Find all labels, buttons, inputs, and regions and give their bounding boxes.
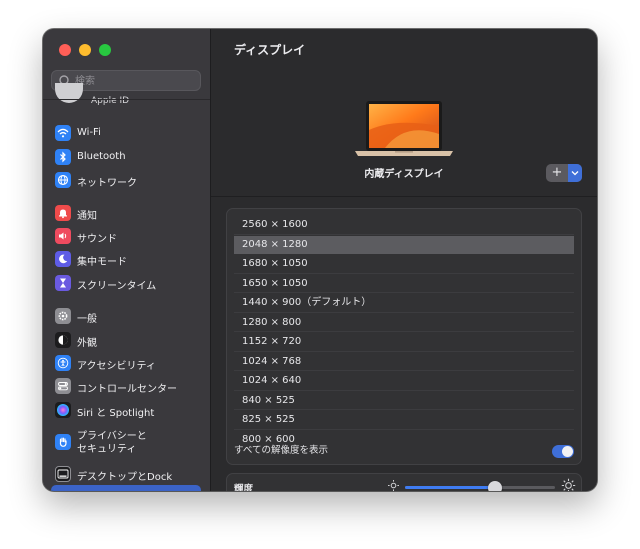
sidebar-item-label: アクセシビリティ: [77, 361, 156, 372]
resolution-option[interactable]: 1680 × 1050: [234, 255, 574, 274]
resolution-option[interactable]: 1440 × 900（デフォルト）: [234, 294, 574, 313]
sidebar-item-bluetooth[interactable]: Bluetooth: [43, 146, 210, 168]
brightness-slider-fill: [405, 486, 495, 489]
sidebar-item-label: ネットワーク: [77, 178, 137, 189]
accessibility-icon: [55, 355, 71, 371]
bell-icon: [55, 205, 71, 221]
moon-icon: [55, 251, 71, 267]
show-all-resolutions-toggle[interactable]: [552, 445, 574, 458]
sidebar-item-apple-id[interactable]: Apple ID: [43, 83, 210, 109]
sidebar-item-label: プライバシーと セキュリティ: [77, 431, 147, 455]
sidebar-item-appearance[interactable]: 外観: [43, 329, 210, 351]
bluetooth-icon: [55, 149, 71, 165]
apple-id-label: Apple ID: [91, 96, 130, 106]
sidebar-item-accessibility[interactable]: アクセシビリティ: [43, 352, 210, 374]
sidebar-item-screen-time[interactable]: スクリーンタイム: [43, 272, 210, 294]
sidebar-item-label: Bluetooth: [77, 151, 126, 162]
sidebar-item-notifications[interactable]: 通知: [43, 202, 210, 224]
resolution-option[interactable]: 1024 × 768: [234, 353, 574, 371]
sidebar-item-label: 一般: [77, 314, 97, 325]
resolution-option[interactable]: 1650 × 1050: [234, 275, 574, 293]
laptop-display-icon[interactable]: [355, 100, 453, 160]
sidebar-item-desktop-dock[interactable]: デスクトップとDock: [43, 463, 210, 485]
brightness-slider[interactable]: [405, 480, 555, 491]
resolution-option[interactable]: 2048 × 1280: [234, 235, 574, 254]
sidebar-item-label: サウンド: [77, 234, 117, 245]
zoom-window-button[interactable]: [99, 44, 111, 56]
wifi-icon: [55, 125, 71, 141]
sidebar: Apple ID Wi-Fi Bluetooth ネットワーク: [43, 29, 211, 491]
plus-icon: +: [551, 165, 563, 180]
page-title: ディスプレイ: [234, 43, 306, 57]
minimize-window-button[interactable]: [79, 44, 91, 56]
main-pane: ディスプレイ 内蔵ディスプレイ + 2560 × 1600 2048 × 128…: [211, 29, 597, 491]
display-name-label: 内蔵ディスプレイ: [364, 169, 444, 180]
resolution-list[interactable]: 2560 × 1600 2048 × 1280 1680 × 1050 1650 × …: [234, 216, 574, 449]
sidebar-item-label: 集中モード: [77, 257, 127, 268]
globe-icon: [55, 172, 71, 188]
section-divider: [211, 196, 597, 197]
hourglass-icon: [55, 275, 71, 291]
sidebar-item-label: コントロールセンター: [77, 384, 177, 395]
add-display-button[interactable]: +: [546, 164, 582, 182]
sidebar-item-focus[interactable]: 集中モード: [43, 248, 210, 270]
gear-icon: [55, 308, 71, 324]
control-center-icon: [55, 378, 71, 394]
sun-small-icon: [388, 480, 399, 491]
sidebar-item-siri-spotlight[interactable]: Siri と Spotlight: [43, 399, 210, 421]
avatar: [55, 83, 83, 103]
brightness-slider-knob[interactable]: [488, 480, 502, 491]
search-input[interactable]: [73, 72, 197, 91]
siri-icon: [55, 402, 71, 418]
sidebar-item-network[interactable]: ネットワーク: [43, 169, 210, 191]
resolution-option[interactable]: 840 × 525: [234, 392, 574, 410]
resolution-option[interactable]: 825 × 525: [234, 411, 574, 430]
brightness-label: 輝度: [234, 484, 254, 491]
toggle-knob: [562, 446, 573, 457]
sidebar-item-general[interactable]: 一般: [43, 305, 210, 327]
sidebar-item-displays-selected[interactable]: [51, 485, 201, 491]
dock-icon: [55, 466, 71, 482]
sidebar-item-label: スクリーンタイム: [77, 281, 157, 292]
show-all-resolutions-label: すべての解像度を表示: [234, 445, 328, 456]
chevron-down-icon[interactable]: [568, 164, 582, 182]
sidebar-item-label: 外観: [77, 338, 97, 349]
brightness-panel: 輝度: [226, 473, 582, 491]
hand-icon: [55, 434, 71, 450]
resolution-option[interactable]: 2560 × 1600: [234, 216, 574, 235]
sun-large-icon: [561, 478, 576, 491]
sidebar-item-sound[interactable]: サウンド: [43, 225, 210, 247]
sidebar-item-label: デスクトップとDock: [77, 472, 173, 483]
sidebar-item-label: Wi-Fi: [77, 127, 101, 138]
sidebar-item-control-center[interactable]: コントロールセンター: [43, 375, 210, 397]
sidebar-item-privacy-security[interactable]: プライバシーと セキュリティ: [43, 431, 210, 455]
sidebar-item-label: Siri と Spotlight: [77, 408, 155, 419]
sidebar-item-label: 通知: [77, 211, 97, 222]
appearance-icon: [55, 332, 71, 348]
system-settings-window: Apple ID Wi-Fi Bluetooth ネットワーク: [43, 29, 597, 491]
sidebar-item-wifi[interactable]: Wi-Fi: [43, 122, 210, 144]
resolution-option[interactable]: 1280 × 800: [234, 314, 574, 332]
close-window-button[interactable]: [59, 44, 71, 56]
resolution-option[interactable]: 1152 × 720: [234, 333, 574, 352]
resolution-panel: 2560 × 1600 2048 × 1280 1680 × 1050 1650 × …: [226, 208, 582, 465]
speaker-icon: [55, 228, 71, 244]
sidebar-divider: [43, 99, 210, 100]
resolution-option[interactable]: 1024 × 640: [234, 372, 574, 391]
